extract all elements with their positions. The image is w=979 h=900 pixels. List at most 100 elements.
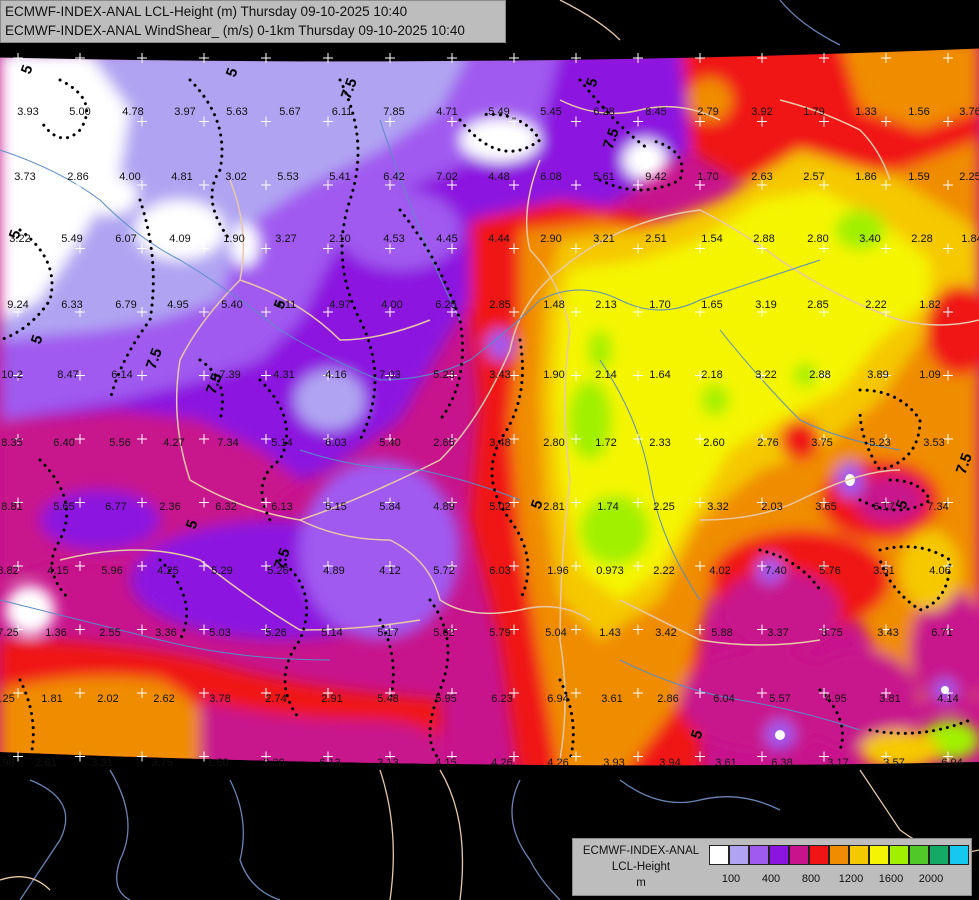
shear-value: 4.15 <box>47 565 68 577</box>
shear-value: 3.32 <box>707 501 728 513</box>
shear-value: 4.89 <box>323 565 344 577</box>
shear-value: 4.98 <box>0 757 15 769</box>
shear-value: 2.14 <box>595 369 616 381</box>
map-canvas[interactable]: 57.5557.5557.57.5557.55 57.55 3.93 5.00 4.7… <box>0 0 979 900</box>
shear-value: 2.28 <box>911 233 932 245</box>
shear-value: 7.39 <box>219 369 240 381</box>
shear-value: 3.61 <box>601 693 622 705</box>
legend-tick-label: 800 <box>801 873 821 885</box>
shear-value: 5.02 <box>489 501 510 513</box>
shear-value: 4.25 <box>157 565 178 577</box>
legend-tick-label: 100 <box>721 873 741 885</box>
shear-value: 2.02 <box>97 693 118 705</box>
shear-value: 6.40 <box>53 437 74 449</box>
shear-value: 5.26 <box>265 627 286 639</box>
shear-value: 4.97 <box>329 299 350 311</box>
shear-value: 4.95 <box>167 299 188 311</box>
map-viewer: 5 7.5 5 5 7.5 5 5 7.5 7.5 5 5 7.5 5 5 7.5 5 3.93 5.00 4.7… <box>0 0 979 900</box>
shear-value: 4.71 <box>436 106 457 118</box>
legend-swatch <box>849 845 869 865</box>
shear-value: 6.42 <box>383 171 404 183</box>
legend-swatch <box>809 845 829 865</box>
shear-value: 6.03 <box>489 565 510 577</box>
shear-value: 3.43 <box>877 627 898 639</box>
shear-value: 3.76 <box>959 106 979 118</box>
shear-value: 2.61 <box>35 757 56 769</box>
shear-value: 2.91 <box>321 693 342 705</box>
shear-value: 3.02 <box>225 171 246 183</box>
shear-value: 2.55 <box>99 627 120 639</box>
shear-value: 1.54 <box>701 233 722 245</box>
shear-value: 3.75 <box>821 627 842 639</box>
shear-value: 4.44 <box>488 233 509 245</box>
shear-value: 5.53 <box>277 171 298 183</box>
shear-value: 4.16 <box>325 369 346 381</box>
shear-value: 5.45 <box>540 106 561 118</box>
shear-value: 3.51 <box>873 565 894 577</box>
shear-value: 2.03 <box>761 501 782 513</box>
legend-swatch <box>949 845 969 865</box>
shear-value: 3.94 <box>659 757 680 769</box>
shear-value: 5.88 <box>711 627 732 639</box>
legend-parameter: LCL-Height <box>611 861 671 873</box>
legend-swatch <box>769 845 789 865</box>
shear-value: 5.67 <box>279 106 300 118</box>
title-line-lcl: ECMWF-INDEX-ANAL LCL-Height (m) Thursday… <box>5 4 408 19</box>
shear-value: 1.84 <box>961 233 979 245</box>
legend-swatch <box>869 845 889 865</box>
shear-value: 2.74 <box>265 693 286 705</box>
legend-swatch <box>829 845 849 865</box>
shear-value: 5.00 <box>69 106 90 118</box>
shear-value: 2.85 <box>489 299 510 311</box>
shear-value: 1.96 <box>547 565 568 577</box>
shear-value: 6.32 <box>215 501 236 513</box>
shear-value: 5.49 <box>61 233 82 245</box>
shear-value: 6.07 <box>115 233 136 245</box>
shear-value: 3.92 <box>751 106 772 118</box>
shear-value: 4.53 <box>383 233 404 245</box>
shear-value: 2.81 <box>543 501 564 513</box>
shear-value: 5.40 <box>221 299 242 311</box>
shear-value: 6.77 <box>105 501 126 513</box>
shear-value: 3.73 <box>14 171 35 183</box>
shear-value: 2.60 <box>703 437 724 449</box>
shear-value: 3.93 <box>17 106 38 118</box>
shear-value: 1.33 <box>855 106 876 118</box>
shear-value: 5.95 <box>435 693 456 705</box>
shear-value: 2.88 <box>753 233 774 245</box>
shear-value: 2.25 <box>959 171 979 183</box>
shear-value: 6.38 <box>771 757 792 769</box>
shear-value: 8.47 <box>57 369 78 381</box>
shear-value: 2.36 <box>159 501 180 513</box>
legend-swatch <box>789 845 809 865</box>
shear-value: 3.43 <box>489 369 510 381</box>
shear-value: 3.78 <box>209 693 230 705</box>
shear-value: 3.19 <box>755 299 776 311</box>
shear-value: 3.61 <box>715 757 736 769</box>
shear-value: 4.31 <box>273 369 294 381</box>
shear-value: 4.27 <box>163 437 184 449</box>
shear-value: 3.28 <box>263 757 284 769</box>
shear-value: 6.94 <box>941 757 962 769</box>
legend-swatch <box>749 845 769 865</box>
shear-value: 1.74 <box>597 501 618 513</box>
shear-value: 2.18 <box>701 369 722 381</box>
shear-value: 4.09 <box>169 233 190 245</box>
shear-value: 9.24 <box>7 299 28 311</box>
shear-value: 3.31 <box>91 757 112 769</box>
shear-value: 5.84 <box>379 501 400 513</box>
shear-value: 6.03 <box>325 437 346 449</box>
shear-value: 2.90 <box>540 233 561 245</box>
shear-value: 6.71 <box>931 627 952 639</box>
shear-value: 3.53 <box>923 437 944 449</box>
legend-swatch <box>889 845 909 865</box>
shear-value: 2.22 <box>865 299 886 311</box>
shear-value: 4.14 <box>937 693 958 705</box>
color-legend: ECMWF-INDEX-ANAL LCL-Height m 100 400 800 1… <box>572 838 972 896</box>
shear-value: 2.76 <box>757 437 778 449</box>
shear-value: 6.33 <box>61 299 82 311</box>
shear-value: 4.11 <box>276 299 297 311</box>
shear-value: 4.81 <box>171 171 192 183</box>
shear-value: 5.40 <box>379 437 400 449</box>
title-line-windshear: ECMWF-INDEX-ANAL WindShear_ (m/s) 0-1km … <box>5 23 465 38</box>
